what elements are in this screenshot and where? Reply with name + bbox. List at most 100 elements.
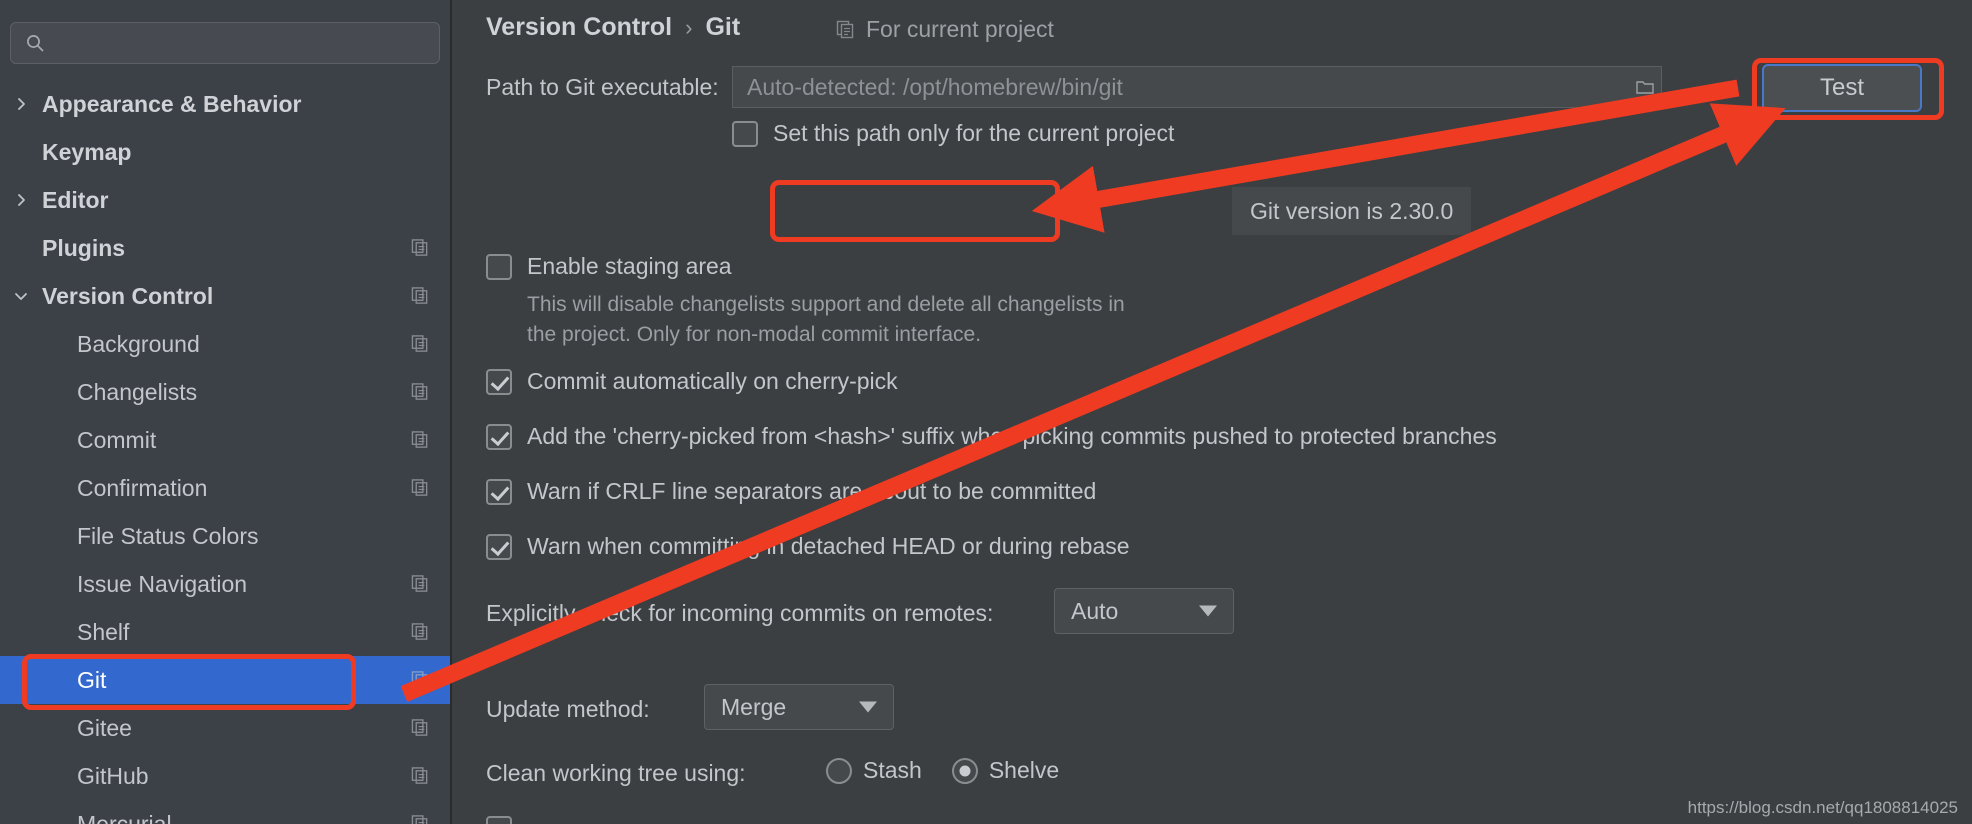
sidebar-item-label: Mercurial	[77, 810, 172, 824]
git-option-checkbox[interactable]	[486, 479, 512, 505]
copy-icon	[411, 479, 428, 496]
test-button[interactable]: Test	[1762, 64, 1922, 112]
sidebar-item-commit[interactable]: Commit	[0, 416, 450, 464]
sidebar-item-gitee[interactable]: Gitee	[0, 704, 450, 752]
sidebar-item-file-status-colors[interactable]: File Status Colors	[0, 512, 450, 560]
sidebar-item-plugins[interactable]: Plugins	[0, 224, 450, 272]
git-option-label: Warn when committing in detached HEAD or…	[527, 533, 1130, 559]
update-method-value: Merge	[721, 693, 787, 720]
incoming-commits-value: Auto	[1071, 597, 1119, 624]
sidebar-item-label: Shelf	[77, 618, 130, 645]
set-path-only-checkbox[interactable]	[732, 121, 758, 147]
breadcrumb-parent[interactable]: Version Control	[486, 13, 672, 42]
copy-icon	[836, 20, 854, 38]
sidebar-item-appearance-behavior[interactable]: Appearance & Behavior	[0, 80, 450, 128]
git-option-row[interactable]: Commit automatically on cherry-pick	[486, 368, 898, 395]
chevron-down-icon	[1199, 605, 1217, 617]
copy-icon	[411, 671, 428, 688]
clean-tree-radio-label: Stash	[863, 757, 922, 783]
enable-staging-row[interactable]: Enable staging area	[486, 253, 732, 280]
clean-tree-radio[interactable]	[951, 757, 978, 784]
git-version-badge: Git version is 2.30.0	[1232, 187, 1472, 235]
breadcrumb-separator: ›	[685, 14, 693, 40]
set-path-only-label: Set this path only for the current proje…	[773, 120, 1175, 146]
set-path-only-row[interactable]: Set this path only for the current proje…	[732, 120, 1174, 147]
copy-icon	[411, 575, 428, 592]
sidebar-item-label: Commit	[77, 426, 157, 453]
enable-staging-label: Enable staging area	[527, 253, 732, 279]
sidebar-item-label: Changelists	[77, 378, 198, 405]
sidebar-item-label: Issue Navigation	[77, 570, 248, 597]
chevron-down-icon[interactable]	[14, 289, 28, 303]
git-option-row[interactable]: Warn if CRLF line separators are about t…	[486, 478, 1096, 505]
clean-tree-radio[interactable]	[826, 757, 852, 784]
staging-help-text: This will disable changelists support an…	[527, 290, 1147, 350]
chevron-right-icon[interactable]	[14, 97, 28, 111]
sidebar-item-github[interactable]: GitHub	[0, 752, 450, 800]
staging-help-line-2: the project. Only for non-modal commit i…	[527, 323, 982, 346]
enable-staging-checkbox[interactable]	[486, 254, 512, 280]
sidebar-item-background[interactable]: Background	[0, 320, 450, 368]
incoming-commits-select[interactable]: Auto	[1054, 588, 1234, 634]
update-method-select[interactable]: Merge	[704, 684, 894, 730]
settings-sidebar: Appearance & Behavior Keymap Editor Plugins…	[0, 0, 452, 824]
search-box[interactable]	[10, 22, 440, 64]
sidebar-item-label: Gitee	[77, 714, 132, 741]
clean-tree-radio-group: Stash Shelve	[826, 757, 1089, 784]
sidebar-item-shelf[interactable]: Shelf	[0, 608, 450, 656]
git-option-label: Add the 'cherry-picked from <hash>' suff…	[527, 423, 1497, 449]
project-scope-label: For current project	[866, 16, 1054, 42]
path-to-git-field[interactable]	[732, 66, 1662, 108]
sidebar-item-label: File Status Colors	[77, 522, 259, 549]
sidebar-item-label: Appearance & Behavior	[42, 90, 302, 117]
path-to-git-label: Path to Git executable:	[486, 74, 719, 100]
sidebar-item-label: Plugins	[42, 234, 126, 261]
git-option-label: Warn if CRLF line separators are about t…	[527, 478, 1097, 504]
browse-folder-button[interactable]	[1629, 67, 1661, 107]
git-option-checkbox[interactable]	[486, 534, 512, 560]
copy-icon	[411, 239, 428, 256]
path-to-git-input[interactable]	[733, 73, 1629, 101]
search-icon	[27, 35, 44, 52]
sidebar-item-keymap[interactable]: Keymap	[0, 128, 450, 176]
copy-icon	[411, 431, 428, 448]
copy-icon	[411, 623, 428, 640]
partial-bottom-row[interactable]	[486, 815, 527, 824]
sidebar-item-label: Version Control	[42, 282, 214, 309]
clean-tree-radio-label: Shelve	[988, 757, 1060, 783]
sidebar-item-changelists[interactable]: Changelists	[0, 368, 450, 416]
sidebar-item-label: Git	[77, 666, 107, 693]
copy-icon	[411, 815, 428, 824]
settings-main-panel: Version Control › Git For current projec…	[454, 0, 1972, 824]
watermark-url: https://blog.csdn.net/qq1808814025	[1687, 798, 1958, 817]
sidebar-item-mercurial[interactable]: Mercurial	[0, 800, 450, 824]
copy-icon	[411, 287, 428, 304]
git-option-row[interactable]: Warn when committing in detached HEAD or…	[486, 533, 1130, 560]
incoming-commits-label: Explicitly check for incoming commits on…	[486, 600, 994, 626]
sidebar-item-confirmation[interactable]: Confirmation	[0, 464, 450, 512]
sidebar-item-label: Background	[77, 330, 200, 357]
breadcrumb-current: Git	[705, 13, 741, 41]
clean-tree-label: Clean working tree using:	[486, 760, 746, 786]
copy-icon	[411, 767, 428, 784]
project-scope-indicator: For current project	[836, 16, 1054, 43]
git-option-checkbox[interactable]	[486, 369, 512, 395]
search-input[interactable]	[45, 32, 439, 54]
breadcrumb: Version Control › Git	[486, 13, 740, 42]
settings-tree: Appearance & Behavior Keymap Editor Plugins…	[0, 80, 450, 824]
sidebar-item-version-control[interactable]: Version Control	[0, 272, 450, 320]
copy-icon	[411, 383, 428, 400]
chevron-down-icon	[859, 701, 877, 713]
git-option-checkbox[interactable]	[486, 424, 512, 450]
sidebar-item-label: Keymap	[42, 138, 132, 165]
partial-bottom-checkbox[interactable]	[486, 816, 512, 824]
sidebar-item-editor[interactable]: Editor	[0, 176, 450, 224]
settings-dialog: Appearance & Behavior Keymap Editor Plugins…	[0, 0, 1972, 824]
folder-icon	[1636, 81, 1654, 94]
copy-icon	[411, 335, 428, 352]
sidebar-item-issue-navigation[interactable]: Issue Navigation	[0, 560, 450, 608]
chevron-right-icon[interactable]	[14, 193, 28, 207]
sidebar-item-git[interactable]: Git	[0, 656, 450, 704]
git-option-row[interactable]: Add the 'cherry-picked from <hash>' suff…	[486, 423, 1497, 450]
sidebar-item-label: GitHub	[77, 762, 149, 789]
